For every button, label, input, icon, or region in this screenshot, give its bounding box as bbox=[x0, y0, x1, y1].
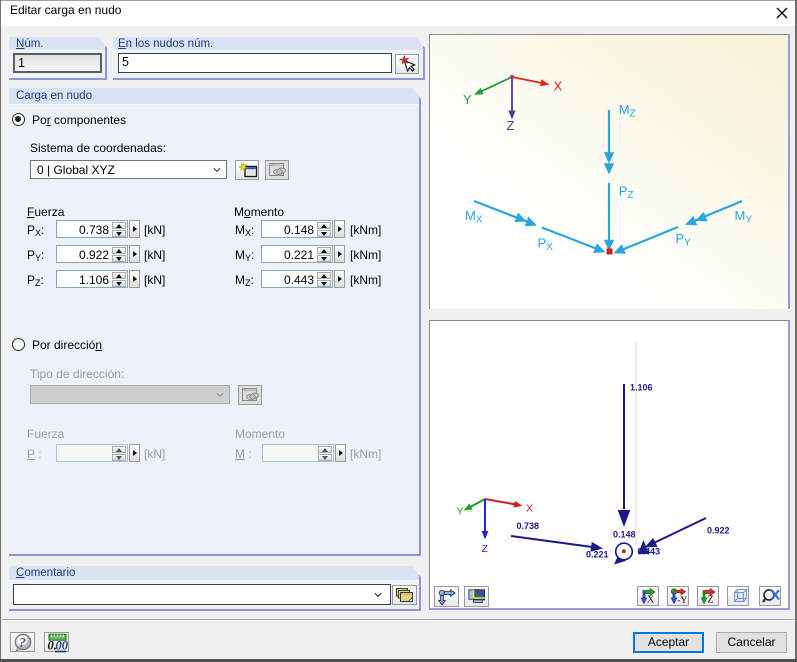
svg-text:Y: Y bbox=[463, 92, 472, 107]
svg-text:-Y: -Y bbox=[677, 596, 687, 605]
svg-text:X: X bbox=[554, 79, 563, 94]
svg-text:0.221: 0.221 bbox=[586, 550, 609, 560]
svg-text:?: ? bbox=[19, 636, 26, 651]
svg-text:MY: MY bbox=[735, 208, 753, 226]
svg-text:0.443: 0.443 bbox=[638, 547, 661, 557]
svg-text:MX: MX bbox=[465, 208, 483, 226]
svg-text:Z: Z bbox=[507, 118, 515, 133]
svg-text:X: X bbox=[526, 503, 533, 515]
svg-text:PZ: PZ bbox=[619, 184, 634, 202]
svg-text:0.148: 0.148 bbox=[613, 530, 636, 540]
svg-text:X: X bbox=[647, 595, 655, 606]
svg-text:PX: PX bbox=[538, 236, 554, 254]
svg-text:Y: Y bbox=[457, 506, 464, 518]
svg-text:1.106: 1.106 bbox=[630, 383, 653, 393]
svg-text:0.738: 0.738 bbox=[517, 521, 540, 531]
svg-text:00: 00 bbox=[56, 639, 69, 653]
svg-text:Z: Z bbox=[482, 543, 489, 555]
svg-text:MZ: MZ bbox=[619, 102, 636, 120]
svg-text:PY: PY bbox=[676, 231, 692, 249]
svg-text:0.922: 0.922 bbox=[707, 526, 730, 536]
svg-text:Z: Z bbox=[708, 595, 714, 606]
